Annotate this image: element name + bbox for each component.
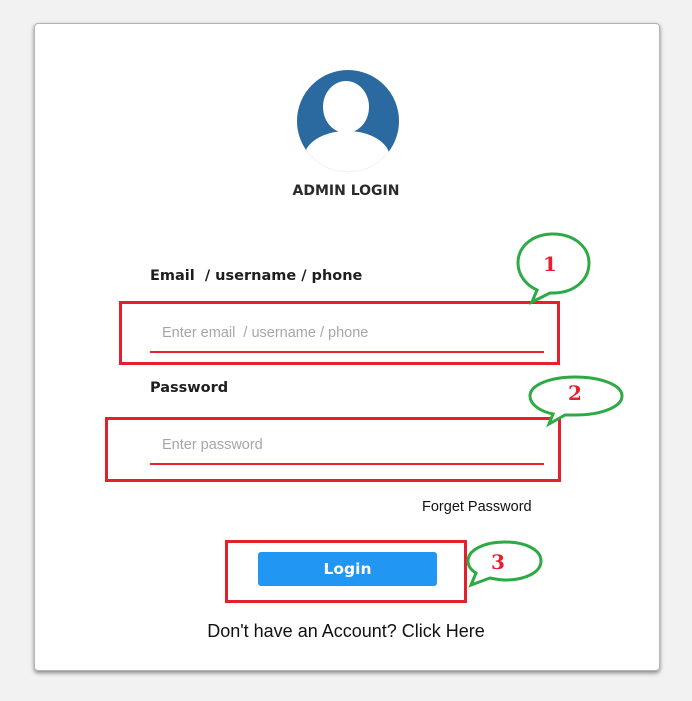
callout-number-2: 2: [568, 381, 582, 405]
password-label: Password: [150, 380, 229, 396]
password-highlight-box: [105, 417, 561, 482]
email-highlight-box: [119, 301, 560, 365]
page-title: ADMIN LOGIN: [292, 183, 400, 199]
forgot-password-link[interactable]: Forget Password: [422, 499, 532, 515]
callout-number-3: 3: [491, 550, 505, 574]
callout-number-1: 1: [543, 252, 557, 276]
signup-link[interactable]: Don't have an Account? Click Here: [0, 621, 692, 642]
email-label: Email / username / phone: [150, 268, 363, 284]
user-avatar-icon: [297, 70, 399, 172]
login-highlight-box: [225, 540, 467, 603]
